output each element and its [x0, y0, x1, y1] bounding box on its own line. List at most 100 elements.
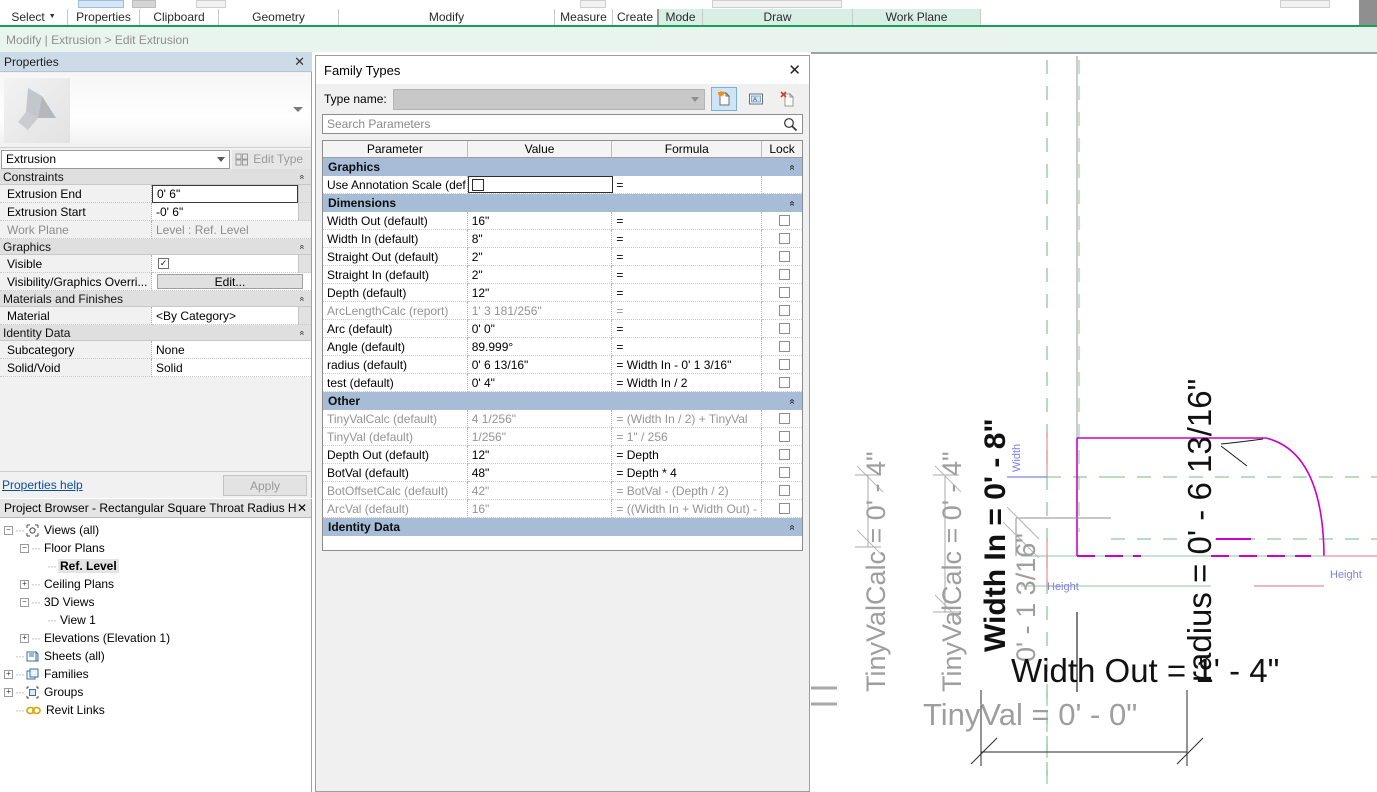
- parameter-value-cell[interactable]: 1/256": [467, 428, 613, 446]
- ribbon-panel-select[interactable]: Select ▼: [0, 9, 68, 25]
- width-in-dim-text[interactable]: Width In = 0' - 8": [979, 418, 1013, 652]
- parameter-row[interactable]: radius (default) 0' 6 13/16" = Width In - …: [323, 356, 802, 374]
- rename-type-button[interactable]: A: [743, 87, 769, 111]
- parameter-name-cell[interactable]: radius (default): [323, 356, 468, 374]
- parameter-lock-cell[interactable]: [762, 212, 802, 230]
- ribbon-panel-clipboard[interactable]: Clipboard: [140, 9, 219, 25]
- parameter-group-header[interactable]: Other «: [323, 392, 802, 410]
- parameter-value-cell[interactable]: 8": [467, 230, 613, 248]
- parameter-value-cell[interactable]: 89.999°: [467, 338, 613, 356]
- parameter-row[interactable]: Use Annotation Scale (def =: [323, 176, 802, 194]
- parameter-row[interactable]: Depth (default) 12" =: [323, 284, 802, 302]
- parameter-formula-cell[interactable]: =: [612, 176, 763, 194]
- tree-item[interactable]: ··· Ref. Level: [0, 557, 311, 575]
- parameter-lock-cell[interactable]: [762, 500, 802, 518]
- parameter-name-cell[interactable]: BotVal (default): [323, 464, 468, 482]
- unnamed-dim-text[interactable]: 0' - 1 3/16": [1011, 533, 1042, 662]
- collapse-icon[interactable]: −: [4, 525, 13, 535]
- properties-row-value[interactable]: Edit...: [152, 273, 311, 291]
- parameter-formula-cell[interactable]: = Width In - 0' 1 3/16": [612, 356, 763, 374]
- collapse-icon[interactable]: −: [20, 597, 29, 607]
- expand-icon[interactable]: +: [20, 633, 29, 643]
- parameter-value-cell[interactable]: 2": [467, 248, 613, 266]
- parameter-lock-cell[interactable]: [762, 482, 802, 500]
- properties-row[interactable]: Visibility/Graphics Overri... Edit...: [0, 273, 311, 291]
- parameter-value-cell[interactable]: 16": [467, 500, 613, 518]
- chevron-up-icon[interactable]: «: [787, 164, 798, 170]
- type-name-combo[interactable]: [392, 88, 705, 110]
- properties-group-header[interactable]: Identity Data «: [0, 325, 311, 341]
- chevron-down-icon[interactable]: »: [787, 524, 798, 530]
- tree-item[interactable]: ··· View 1: [0, 611, 311, 629]
- parameter-name-cell[interactable]: Width In (default): [323, 230, 468, 248]
- parameter-row[interactable]: BotVal (default) 48" = Depth * 4: [323, 464, 802, 482]
- lock-checkbox[interactable]: [778, 467, 790, 478]
- lock-checkbox[interactable]: [778, 377, 790, 388]
- parameter-row[interactable]: test (default) 0' 4" = Width In / 2: [323, 374, 802, 392]
- radius-dim-text[interactable]: radius = 0' - 6 13/16": [1181, 379, 1219, 682]
- ribbon-ghost-workplane[interactable]: [1280, 0, 1330, 8]
- parameter-name-cell[interactable]: ArcLengthCalc (report): [323, 302, 468, 320]
- lock-checkbox[interactable]: [778, 305, 790, 316]
- parameter-formula-cell[interactable]: =: [612, 284, 763, 302]
- parameter-lock-cell[interactable]: [762, 176, 802, 194]
- parameter-value-cell[interactable]: 12": [467, 446, 613, 464]
- lock-checkbox[interactable]: [778, 413, 790, 424]
- properties-group-header[interactable]: Materials and Finishes «: [0, 291, 311, 307]
- parameter-row[interactable]: Width In (default) 8" =: [323, 230, 802, 248]
- chevron-down-icon[interactable]: [293, 107, 303, 112]
- parameter-name-cell[interactable]: Depth Out (default): [323, 446, 468, 464]
- parameter-formula-cell[interactable]: = ((Width In + Width Out) -: [612, 500, 763, 518]
- tree-item[interactable]: + ··· Elevations (Elevation 1): [0, 629, 311, 647]
- parameter-lock-cell[interactable]: [762, 230, 802, 248]
- parameter-name-cell[interactable]: Use Annotation Scale (def: [323, 176, 468, 194]
- expand-icon[interactable]: +: [20, 579, 29, 589]
- parameter-lock-cell[interactable]: [762, 266, 802, 284]
- lock-checkbox[interactable]: [778, 449, 790, 460]
- parameter-formula-cell[interactable]: =: [612, 302, 763, 320]
- tinyvalcalc-dim-1-text[interactable]: TinyValCalc = 0' - 4": [861, 451, 892, 692]
- tree-item[interactable]: − ··· Views (all): [0, 521, 311, 539]
- parameter-lock-cell[interactable]: [762, 374, 802, 392]
- parameter-row[interactable]: Arc (default) 0' 0" =: [323, 320, 802, 338]
- chevron-up-icon[interactable]: «: [297, 296, 307, 301]
- new-type-button[interactable]: [710, 87, 737, 111]
- parameter-value-cell[interactable]: 12": [467, 284, 613, 302]
- height-label-left-text[interactable]: Height: [1047, 581, 1079, 593]
- properties-row-browse-button[interactable]: [298, 203, 311, 221]
- height-label-right-text[interactable]: Height: [1330, 569, 1362, 581]
- ribbon-ghost-geometry[interactable]: [196, 0, 226, 8]
- chevron-down-icon[interactable]: ▼: [49, 9, 56, 25]
- visibility-graphics-edit-button[interactable]: Edit...: [157, 274, 303, 289]
- parameter-formula-cell[interactable]: =: [612, 212, 763, 230]
- column-header-value[interactable]: Value: [467, 141, 613, 158]
- parameter-name-cell[interactable]: test (default): [323, 374, 468, 392]
- lock-checkbox[interactable]: [778, 251, 790, 262]
- parameter-name-cell[interactable]: Angle (default): [323, 338, 468, 356]
- parameter-lock-cell[interactable]: [762, 446, 802, 464]
- parameter-row[interactable]: Straight In (default) 2" =: [323, 266, 802, 284]
- parameter-formula-cell[interactable]: =: [612, 230, 763, 248]
- chevron-up-icon[interactable]: «: [787, 200, 798, 206]
- drawing-canvas[interactable]: TinyValCalc = 0' - 4" TinyValCalc = 0' -…: [811, 52, 1377, 792]
- properties-row-browse-button[interactable]: [298, 255, 311, 273]
- properties-row[interactable]: Work Plane Level : Ref. Level: [0, 221, 311, 239]
- parameter-lock-cell[interactable]: [762, 248, 802, 266]
- type-selector-combo[interactable]: Extrusion: [1, 149, 231, 169]
- properties-row-value[interactable]: Level : Ref. Level: [152, 221, 311, 239]
- parameter-value-cell[interactable]: 48": [467, 464, 613, 482]
- tree-item[interactable]: + ··· Groups: [0, 683, 311, 701]
- parameter-value-cell[interactable]: 0' 4": [467, 374, 613, 392]
- properties-help-link[interactable]: Properties help: [2, 478, 83, 492]
- parameter-name-cell[interactable]: Straight In (default): [323, 266, 468, 284]
- tinyval-dim-text[interactable]: TinyVal = 0' - 0": [923, 697, 1137, 733]
- parameter-row[interactable]: Straight Out (default) 2" =: [323, 248, 802, 266]
- parameter-name-cell[interactable]: Arc (default): [323, 320, 468, 338]
- parameter-formula-cell[interactable]: = BotVal - (Depth / 2): [612, 482, 763, 500]
- chevron-up-icon[interactable]: «: [297, 244, 307, 249]
- ribbon-ghost-properties[interactable]: [78, 0, 124, 8]
- parameter-row[interactable]: Angle (default) 89.999° =: [323, 338, 802, 356]
- edit-type-button[interactable]: Edit Type: [232, 149, 311, 169]
- parameter-row[interactable]: TinyVal (default) 1/256" = 1" / 256: [323, 428, 802, 446]
- chevron-up-icon[interactable]: «: [297, 330, 307, 335]
